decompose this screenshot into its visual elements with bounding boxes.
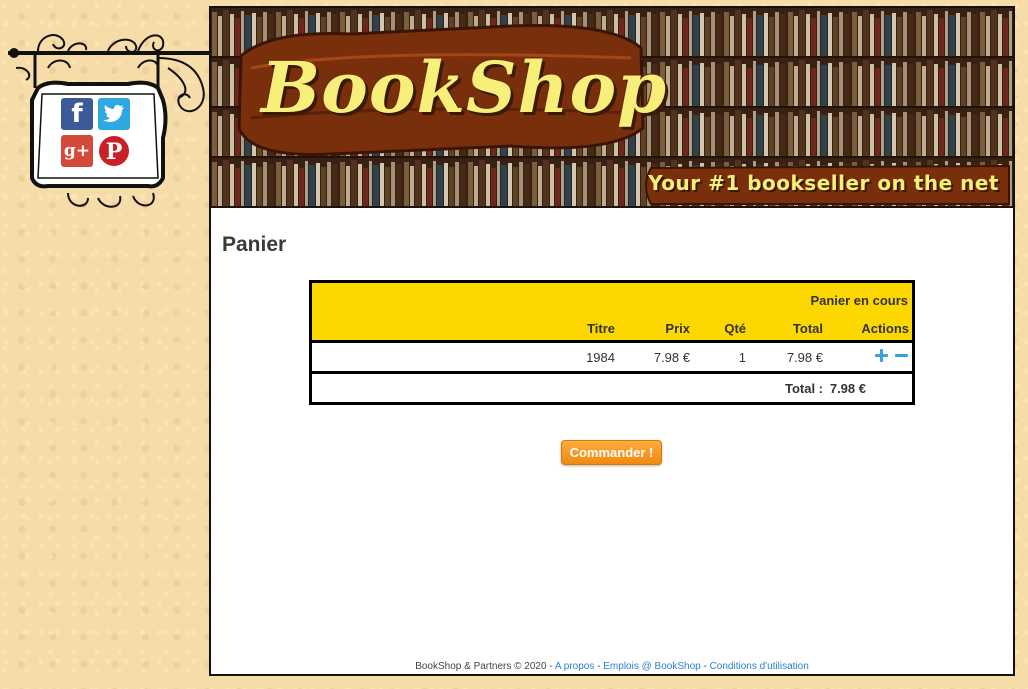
order-button[interactable]: Commander ! (561, 440, 662, 465)
twitter-icon[interactable] (98, 98, 130, 130)
footer-copyright: BookShop & Partners © 2020 - (415, 661, 555, 672)
cell-qte: 1 (738, 350, 746, 365)
plus-icon (875, 349, 888, 362)
total-value: 7.98 € (829, 381, 866, 396)
footer-link-about[interactable]: A propos (555, 661, 594, 672)
cart-caption: Panier en cours (810, 293, 908, 308)
googleplus-glyph: g+ (63, 141, 91, 161)
tagline: Your #1 bookseller on the net (648, 171, 999, 195)
cell-titre: 1984 (586, 350, 615, 365)
footer: BookShop & Partners © 2020 - A propos - … (211, 661, 1013, 672)
page-title: Panier (222, 233, 287, 256)
header-titre: Titre (587, 321, 615, 336)
footer-separator: - (700, 661, 710, 672)
googleplus-icon[interactable]: g+ (61, 135, 93, 167)
cart-total-row: Total : 7.98 € (312, 374, 912, 402)
increase-quantity-button[interactable] (875, 349, 888, 362)
footer-link-terms[interactable]: Conditions d'utilisation (710, 661, 809, 672)
bookshop-logo: BookShop (261, 46, 668, 129)
cell-prix: 7.98 € (653, 350, 690, 365)
pinterest-glyph: P (106, 139, 123, 165)
header-total: Total (792, 321, 823, 336)
header-prix: Prix (665, 321, 690, 336)
pinterest-icon[interactable]: P (98, 135, 130, 167)
cell-total: 7.98 € (786, 350, 823, 365)
footer-separator: - (594, 661, 604, 672)
main-panel: BookShop Your #1 bookseller on the net P… (209, 6, 1015, 676)
footer-link-jobs[interactable]: Emplois @ BookShop (603, 661, 700, 672)
header-qte: Qté (724, 321, 746, 336)
header-actions: Actions (861, 321, 909, 336)
minus-icon (895, 354, 908, 357)
facebook-icon[interactable]: f (61, 98, 93, 130)
header-banner[interactable]: BookShop Your #1 bookseller on the net (211, 8, 1013, 208)
cart-header: Panier en cours Titre Prix Qté Total Act… (312, 283, 912, 343)
facebook-glyph: f (71, 99, 83, 129)
decrease-quantity-button[interactable] (895, 349, 908, 362)
pinterest-logo-icon: P (99, 136, 129, 166)
cart-table: Panier en cours Titre Prix Qté Total Act… (309, 280, 915, 405)
row-actions (875, 349, 908, 362)
total-label: Total : (784, 381, 823, 396)
twitter-bird-icon (103, 105, 124, 122)
social-sign: f g+ P (8, 28, 213, 210)
table-row: 1984 7.98 € 1 7.98 € (312, 343, 912, 374)
